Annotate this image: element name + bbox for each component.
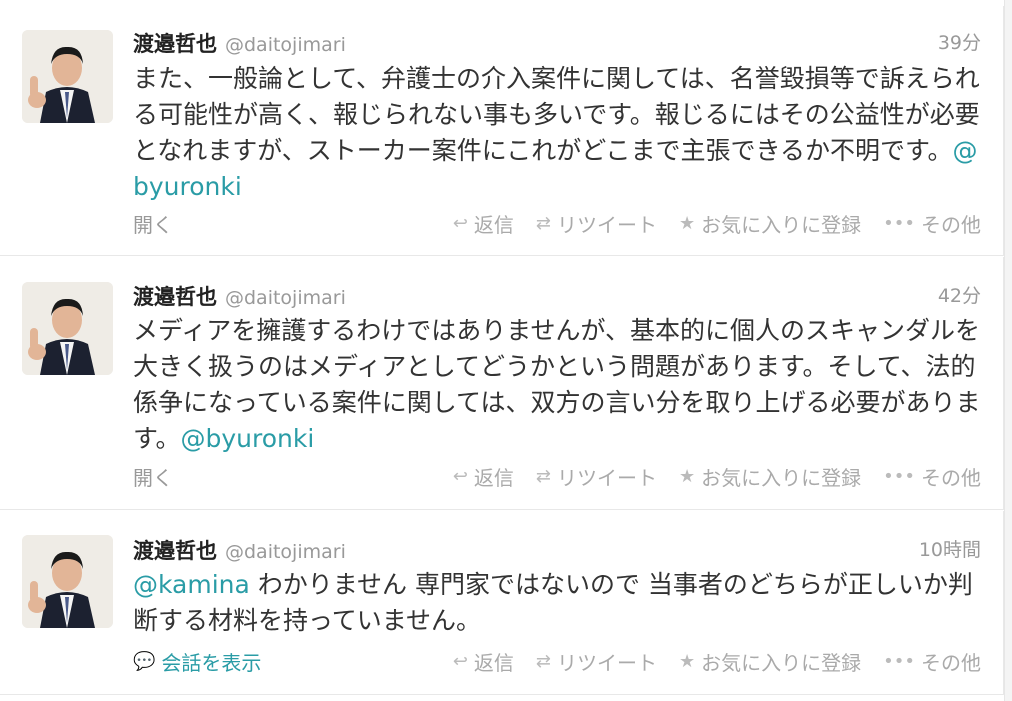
- more-button[interactable]: ••• その他: [883, 462, 981, 491]
- retweet-label: リツイート: [557, 213, 657, 237]
- tweet-footer: 💬 会話を表示 ↩ 返信 ⇄ リツイート ★ お気に入りに登録 ••• その他: [133, 647, 981, 677]
- tweet-item[interactable]: 渡邉哲也 @daitojimari 42分 メディアを擁護するわけではありませんが…: [0, 257, 1004, 510]
- timestamp[interactable]: 10時間: [919, 535, 981, 562]
- timestamp[interactable]: 39分: [938, 28, 981, 55]
- reply-arrow-icon: ↩: [452, 213, 468, 234]
- favorite-label: お気に入りに登録: [701, 213, 862, 237]
- favorite-button[interactable]: ★ お気に入りに登録: [679, 209, 861, 238]
- retweet-icon: ⇄: [535, 213, 551, 234]
- tweet-actions: ↩ 返信 ⇄ リツイート ★ お気に入りに登録 ••• その他: [453, 209, 981, 238]
- star-icon: ★: [679, 651, 696, 672]
- retweet-icon: ⇄: [535, 651, 551, 672]
- expand-link[interactable]: 開く: [133, 462, 173, 491]
- mention-link[interactable]: @kamina: [133, 570, 250, 599]
- expand-link[interactable]: 開く: [133, 209, 173, 238]
- tweet-body: わかりません 専門家ではないので 当事者のどちらが正しいか判断する材料を持ってい…: [133, 570, 973, 635]
- scrollbar[interactable]: [1004, 0, 1012, 701]
- timestamp[interactable]: 42分: [938, 281, 981, 308]
- tweet-timeline: 渡邉哲也 @daitojimari 39分 また、一般論として、弁護士の介入案件に…: [0, 0, 1012, 701]
- dots-icon: •••: [883, 651, 915, 672]
- reply-button[interactable]: ↩ 返信: [453, 462, 514, 491]
- tweet-footer: 開く ↩ 返信 ⇄ リツイート ★ お気に入りに登録 ••• その他: [133, 209, 981, 239]
- tweet-text: また、一般論として、弁護士の介入案件に関しては、名誉毀損等で訴えられる可能性が高…: [133, 61, 983, 205]
- favorite-button[interactable]: ★ お気に入りに登録: [679, 462, 861, 491]
- view-conversation-link[interactable]: 💬 会話を表示: [133, 647, 261, 676]
- retweet-label: リツイート: [557, 466, 657, 490]
- more-label: その他: [921, 651, 981, 675]
- tweet-body: また、一般論として、弁護士の介入案件に関しては、名誉毀損等で訴えられる可能性が高…: [133, 64, 980, 165]
- retweet-label: リツイート: [557, 651, 657, 675]
- reply-label: 返信: [473, 466, 514, 490]
- avatar-image: [22, 30, 113, 123]
- tweet-item[interactable]: 渡邉哲也 @daitojimari 10時間 @kamina わかりません 専門家…: [0, 511, 1004, 695]
- tweet-header: 渡邉哲也 @daitojimari 39分: [133, 28, 981, 58]
- author-name[interactable]: 渡邉哲也: [133, 285, 217, 309]
- favorite-label: お気に入りに登録: [701, 466, 862, 490]
- more-label: その他: [921, 466, 981, 490]
- favorite-label: お気に入りに登録: [701, 651, 862, 675]
- reply-label: 返信: [473, 213, 514, 237]
- retweet-button[interactable]: ⇄ リツイート: [536, 462, 657, 491]
- view-conversation-label: 会話を表示: [161, 651, 262, 675]
- favorite-button[interactable]: ★ お気に入りに登録: [679, 647, 861, 676]
- tweet-header: 渡邉哲也 @daitojimari 42分: [133, 281, 981, 311]
- avatar[interactable]: [22, 30, 113, 123]
- avatar-image: [22, 282, 113, 375]
- retweet-icon: ⇄: [535, 466, 551, 487]
- star-icon: ★: [679, 466, 696, 487]
- more-button[interactable]: ••• その他: [883, 647, 981, 676]
- avatar-image: [22, 535, 113, 628]
- reply-button[interactable]: ↩ 返信: [453, 647, 514, 676]
- more-button[interactable]: ••• その他: [883, 209, 981, 238]
- tweet-header: 渡邉哲也 @daitojimari 10時間: [133, 535, 981, 565]
- mention-link[interactable]: @byuronki: [181, 424, 315, 453]
- dots-icon: •••: [883, 213, 915, 234]
- tweet-item[interactable]: 渡邉哲也 @daitojimari 39分 また、一般論として、弁護士の介入案件に…: [0, 6, 1004, 256]
- tweet-actions: ↩ 返信 ⇄ リツイート ★ お気に入りに登録 ••• その他: [453, 647, 981, 676]
- avatar[interactable]: [22, 282, 113, 375]
- tweet-footer: 開く ↩ 返信 ⇄ リツイート ★ お気に入りに登録 ••• その他: [133, 462, 981, 492]
- author-handle[interactable]: @daitojimari: [225, 541, 346, 563]
- author-name[interactable]: 渡邉哲也: [133, 539, 217, 563]
- dots-icon: •••: [883, 466, 915, 487]
- tweet-text: @kamina わかりません 専門家ではないので 当事者のどちらが正しいか判断す…: [133, 567, 983, 639]
- author-handle[interactable]: @daitojimari: [225, 287, 346, 309]
- reply-label: 返信: [473, 651, 514, 675]
- reply-arrow-icon: ↩: [452, 466, 468, 487]
- more-label: その他: [921, 213, 981, 237]
- speech-bubble-icon: 💬: [133, 651, 156, 672]
- avatar[interactable]: [22, 535, 113, 628]
- retweet-button[interactable]: ⇄ リツイート: [536, 647, 657, 676]
- star-icon: ★: [679, 213, 696, 234]
- retweet-button[interactable]: ⇄ リツイート: [536, 209, 657, 238]
- reply-button[interactable]: ↩ 返信: [453, 209, 514, 238]
- tweet-text: メディアを擁護するわけではありませんが、基本的に個人のスキャンダルを大きく扱うの…: [133, 313, 983, 457]
- tweet-actions: ↩ 返信 ⇄ リツイート ★ お気に入りに登録 ••• その他: [453, 462, 981, 491]
- author-name[interactable]: 渡邉哲也: [133, 32, 217, 56]
- author-handle[interactable]: @daitojimari: [225, 34, 346, 56]
- reply-arrow-icon: ↩: [452, 651, 468, 672]
